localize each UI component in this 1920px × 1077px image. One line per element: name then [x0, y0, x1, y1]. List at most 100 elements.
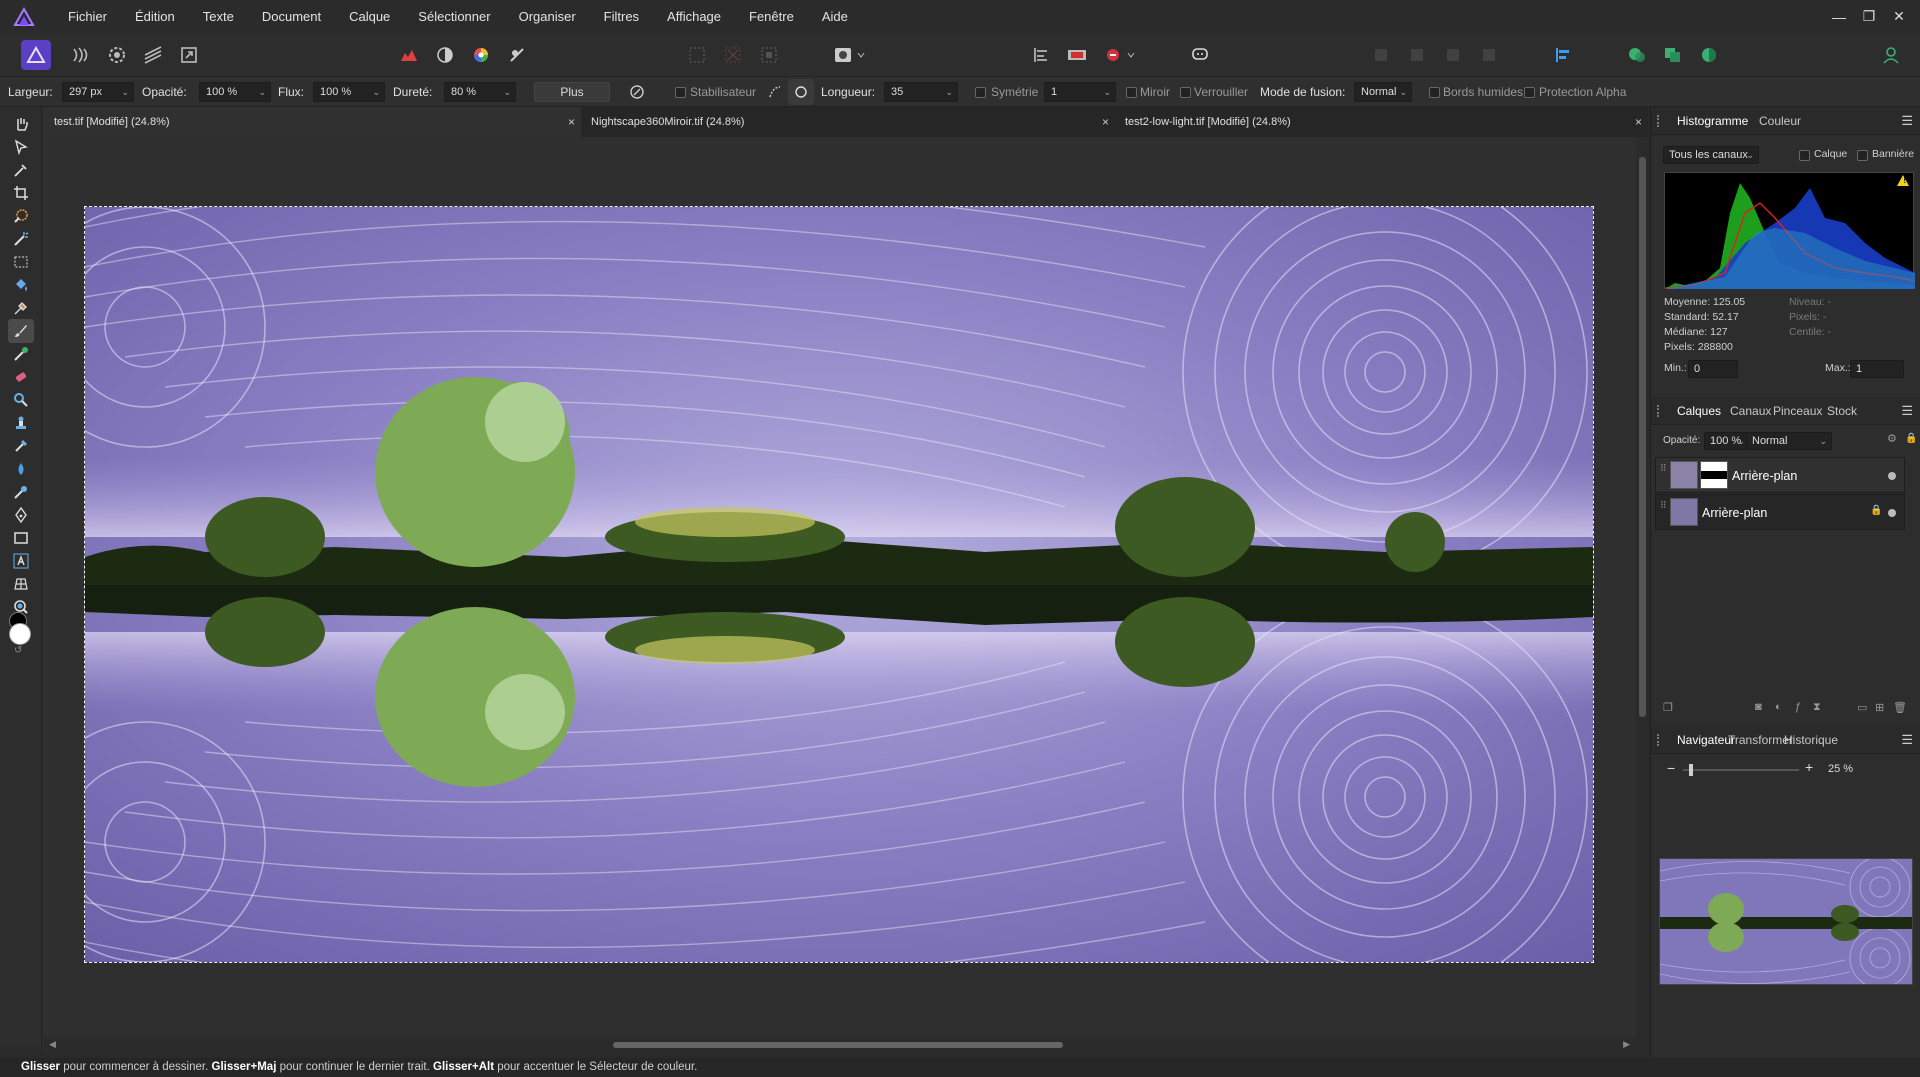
- menu-aide[interactable]: Aide: [808, 0, 862, 33]
- tab-test2[interactable]: test2-low-light.tif [Modifié] (24.8%) ×: [1114, 107, 1648, 137]
- dodge-tool-icon[interactable]: [8, 388, 34, 412]
- histogram-panel-menu-icon[interactable]: ☰: [1901, 107, 1913, 135]
- layer-1-expand-icon[interactable]: ⠿: [1660, 464, 1667, 473]
- levels-icon[interactable]: [394, 40, 424, 70]
- crop-tool-icon[interactable]: [8, 181, 34, 205]
- max-field[interactable]: 1: [1850, 360, 1904, 378]
- zoom-value-field[interactable]: 25 %: [1823, 761, 1865, 779]
- auto-white-balance-icon[interactable]: [502, 40, 532, 70]
- blur-brush-tool-icon[interactable]: [8, 457, 34, 481]
- flood-fill-tool-icon[interactable]: [8, 273, 34, 297]
- colour-replacement-tool-icon[interactable]: [8, 342, 34, 366]
- add-adjustment-icon[interactable]: ◐: [1775, 701, 1782, 713]
- tab-histogramme[interactable]: Histogramme: [1677, 107, 1748, 135]
- tab-canaux[interactable]: Canaux: [1730, 397, 1771, 425]
- tab-test-close-icon[interactable]: ×: [568, 107, 575, 137]
- tab-historique[interactable]: Historique: [1784, 726, 1838, 754]
- select-all-icon[interactable]: [682, 40, 712, 70]
- flood-select-tool-icon[interactable]: [8, 227, 34, 251]
- banner-checkbox[interactable]: [1857, 150, 1868, 161]
- menu-document[interactable]: Document: [248, 0, 335, 33]
- export-persona-icon[interactable]: [174, 40, 204, 70]
- tab-navigateur[interactable]: Navigateur: [1677, 726, 1735, 754]
- layer-2-name[interactable]: Arrière-plan: [1702, 495, 1767, 531]
- menu-organiser[interactable]: Organiser: [505, 0, 590, 33]
- tab-calques[interactable]: Calques: [1677, 397, 1721, 425]
- perspective-tool-icon[interactable]: [8, 572, 34, 596]
- snapping-icon[interactable]: [1622, 40, 1652, 70]
- tone-mapping-persona-icon[interactable]: [138, 40, 168, 70]
- brush-options-icon[interactable]: [624, 79, 650, 105]
- invert-selection-icon[interactable]: [754, 40, 784, 70]
- erase-brush-tool-icon[interactable]: [8, 296, 34, 320]
- alignment-panel-icon[interactable]: [1548, 40, 1578, 70]
- tab-test[interactable]: test.tif [Modifié] (24.8%) ×: [43, 107, 581, 137]
- foreground-colour-swatch[interactable]: [9, 623, 31, 645]
- colour-picker-tool-icon[interactable]: [8, 158, 34, 182]
- layer-row-2[interactable]: ⠿ Arrière-plan 🔒: [1655, 494, 1905, 530]
- tab-nightscape-close-icon[interactable]: ×: [1102, 107, 1109, 137]
- photo-persona-icon[interactable]: [21, 40, 51, 70]
- panel-grip-icon[interactable]: [1657, 115, 1661, 127]
- auto-contrast-icon[interactable]: [430, 40, 460, 70]
- canvas-area[interactable]: [43, 137, 1636, 1037]
- restore-button[interactable]: ❐: [1854, 8, 1884, 25]
- chat-assistant-icon[interactable]: [1185, 40, 1215, 70]
- boolean-ops-icon[interactable]: [1658, 40, 1688, 70]
- tab-stock[interactable]: Stock: [1827, 397, 1857, 425]
- arrange-bottom-icon[interactable]: [1474, 40, 1504, 70]
- blend-mode-select[interactable]: Normal ⌄: [1354, 82, 1412, 102]
- menu-fenetre[interactable]: Fenêtre: [735, 0, 808, 33]
- wet-edges-checkbox[interactable]: [1429, 87, 1440, 98]
- marquee-tool-icon[interactable]: [8, 250, 34, 274]
- rope-mode-icon[interactable]: [762, 79, 788, 105]
- zoom-out-button[interactable]: −: [1667, 760, 1675, 776]
- selection-brush-tool-icon[interactable]: [8, 204, 34, 228]
- layers-panel-menu-icon[interactable]: ☰: [1901, 397, 1913, 425]
- menu-calque[interactable]: Calque: [335, 0, 404, 33]
- layer-1-name[interactable]: Arrière-plan: [1732, 458, 1797, 494]
- delete-layer-icon[interactable]: 🗑: [1893, 701, 1907, 714]
- width-field[interactable]: 297 px ⌄: [62, 82, 134, 102]
- vertical-scroll-thumb[interactable]: [1639, 157, 1646, 717]
- hardness-field[interactable]: 80 % ⌄: [444, 82, 516, 102]
- layer-1-visibility-icon[interactable]: [1888, 472, 1896, 480]
- channel-select[interactable]: Tous les canaux ⌄: [1663, 146, 1759, 164]
- menu-filtres[interactable]: Filtres: [590, 0, 653, 33]
- layer-2-lock-icon[interactable]: 🔒: [1870, 505, 1882, 516]
- menu-selectionner[interactable]: Sélectionner: [404, 0, 504, 33]
- quick-mask-dropdown-icon[interactable]: [854, 40, 868, 70]
- flow-field[interactable]: 100 % ⌄: [313, 82, 385, 102]
- layer-row-1[interactable]: ⠿ Arrière-plan: [1655, 457, 1905, 493]
- pen-tool-icon[interactable]: [8, 503, 34, 527]
- tab-test2-close-icon[interactable]: ×: [1635, 107, 1642, 137]
- layer-lock-toggle-icon[interactable]: 🔒: [1905, 433, 1917, 444]
- horizontal-scroll-thumb[interactable]: [613, 1042, 1063, 1048]
- arrange-back-icon[interactable]: [1402, 40, 1432, 70]
- text-tool-icon[interactable]: [8, 549, 34, 573]
- layers-grip-icon[interactable]: [1657, 405, 1661, 417]
- add-group-icon[interactable]: ⧗: [1813, 701, 1821, 714]
- align-icon[interactable]: [1026, 40, 1056, 70]
- tab-couleur[interactable]: Couleur: [1759, 107, 1801, 135]
- swap-colours-icon[interactable]: ↺: [14, 645, 22, 656]
- stabilizer-checkbox[interactable]: [675, 87, 686, 98]
- new-layer-icon[interactable]: ⊞: [1875, 701, 1884, 714]
- inpainting-tool-icon[interactable]: [8, 365, 34, 389]
- mesh-warp-tool-icon[interactable]: [8, 480, 34, 504]
- arrange-front-icon[interactable]: [1438, 40, 1468, 70]
- minimize-button[interactable]: —: [1824, 9, 1854, 25]
- menu-affichage[interactable]: Affichage: [653, 0, 735, 33]
- document-image[interactable]: [85, 207, 1593, 962]
- tab-nightscape[interactable]: Nightscape360Miroir.tif (24.8%) ×: [580, 107, 1115, 137]
- menu-edition[interactable]: Édition: [121, 0, 189, 33]
- scroll-left-icon[interactable]: ◀: [49, 1039, 56, 1050]
- zoom-in-button[interactable]: +: [1805, 759, 1813, 775]
- navigator-grip-icon[interactable]: [1657, 734, 1661, 746]
- add-live-filter-icon[interactable]: ƒ: [1795, 701, 1801, 713]
- horizontal-scrollbar[interactable]: ◀ ▶: [43, 1037, 1636, 1053]
- protect-alpha-checkbox[interactable]: [1524, 87, 1535, 98]
- symmetry-checkbox[interactable]: [975, 87, 986, 98]
- rectangle-tool-icon[interactable]: [8, 526, 34, 550]
- new-folder-icon[interactable]: ▭: [1857, 701, 1867, 714]
